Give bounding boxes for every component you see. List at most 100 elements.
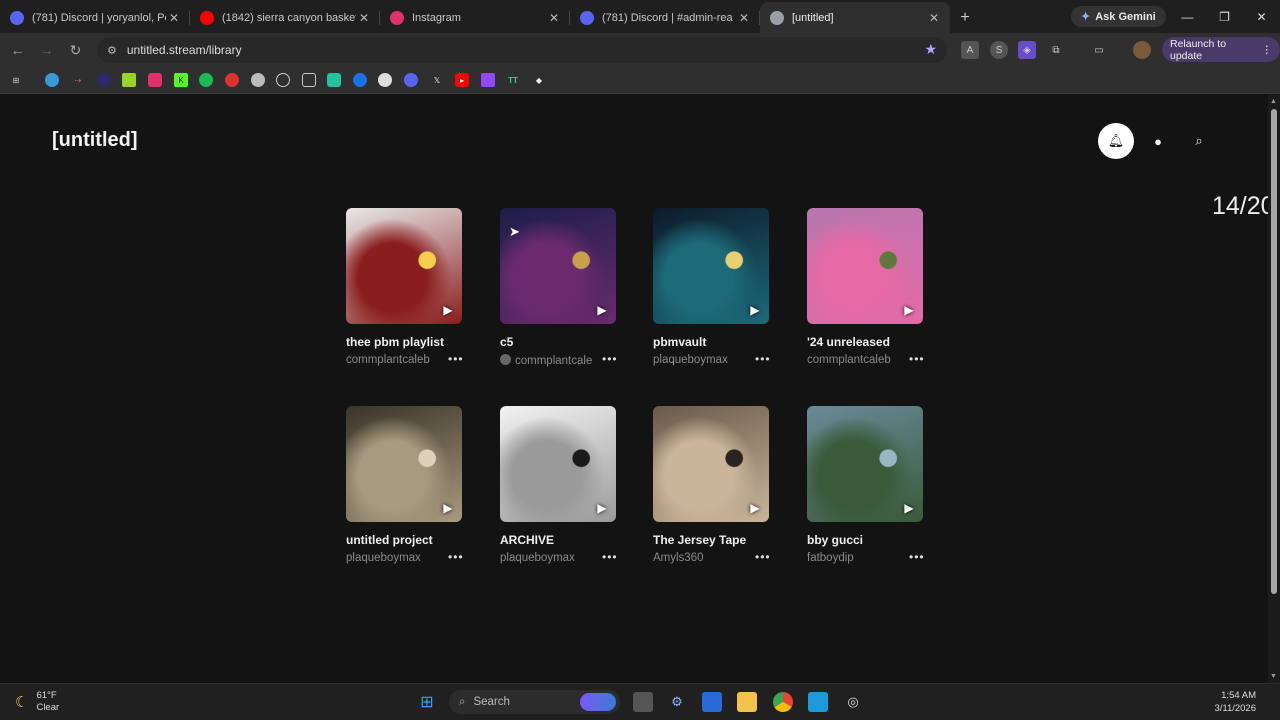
x-bookmark-icon[interactable]: 𝕏 xyxy=(430,73,444,87)
search-icon[interactable]: ⌕ xyxy=(1181,123,1217,159)
playlist-cover[interactable]: ▶ xyxy=(346,406,462,522)
playlist-card[interactable]: ▶ pbmvault plaqueboymax ••• xyxy=(653,208,807,366)
more-options-icon[interactable]: ••• xyxy=(909,352,925,366)
more-options-icon[interactable]: ••• xyxy=(602,352,618,366)
playlist-owner[interactable]: commplantcaleb xyxy=(807,354,899,366)
playlist-owner[interactable]: plaqueboymax xyxy=(500,552,592,564)
play-icon[interactable]: ▶ xyxy=(744,299,766,321)
play-icon[interactable]: ▶ xyxy=(591,299,613,321)
play-icon[interactable]: ▶ xyxy=(437,299,459,321)
windows-start-icon[interactable]: ⊞ xyxy=(417,692,437,712)
bookmark-icon[interactable] xyxy=(327,73,341,87)
close-tab-icon[interactable]: ✕ xyxy=(926,11,942,25)
playlist-card[interactable]: ▶ '24 unreleased commplantcaleb ••• xyxy=(807,208,961,366)
scroll-up-icon[interactable]: ▲ xyxy=(1270,98,1277,105)
playlist-card[interactable]: ▶ thee pbm playlist commplantcaleb ••• xyxy=(346,208,500,366)
browser-tab[interactable]: (781) Discord | yoryanlol, Peabo✕ xyxy=(0,2,190,33)
close-tab-icon[interactable]: ✕ xyxy=(356,11,372,25)
store-icon[interactable] xyxy=(702,692,722,712)
playlist-cover[interactable]: ▶ xyxy=(500,406,616,522)
playlist-cover[interactable]: ▶ xyxy=(346,208,462,324)
play-icon[interactable]: ▶ xyxy=(437,497,459,519)
more-options-icon[interactable]: ••• xyxy=(448,352,464,366)
profile-user-icon[interactable]: ● xyxy=(1140,123,1176,159)
reload-button[interactable]: ↻ xyxy=(61,36,90,64)
more-options-icon[interactable]: ••• xyxy=(909,550,925,564)
playlist-title[interactable]: pbmvault xyxy=(653,335,807,349)
browser-tab[interactable]: (1842) sierra canyon basketball✕ xyxy=(190,2,380,33)
playlist-owner[interactable]: Amyls360 xyxy=(653,552,745,564)
settings-gear-icon[interactable]: ⚙ xyxy=(667,692,687,712)
restore-button[interactable]: ❐ xyxy=(1206,0,1243,33)
notepad-icon[interactable] xyxy=(808,692,828,712)
playlist-card[interactable]: ▶ c5 commplantcaleb ••• xyxy=(500,208,654,367)
notifications-bell-icon[interactable]: 🔔︎ xyxy=(1098,123,1134,159)
bookmark-icon[interactable]: ◆ xyxy=(532,73,546,87)
site-info-icon[interactable]: ⚙ xyxy=(107,44,117,57)
bookmark-icon[interactable]: ⇢ xyxy=(71,73,85,87)
scroll-down-icon[interactable]: ▼ xyxy=(1270,673,1277,680)
new-tab-button[interactable]: + xyxy=(950,2,980,33)
sidepanel-icon[interactable]: ▭ xyxy=(1090,41,1108,59)
bookmark-star-icon[interactable]: ★ xyxy=(924,41,937,58)
browser-tab[interactable]: (781) Discord | #admin-rea ✕ xyxy=(570,2,760,33)
more-options-icon[interactable]: ••• xyxy=(448,550,464,564)
instagram-bookmark-icon[interactable] xyxy=(148,73,162,87)
play-icon[interactable]: ▶ xyxy=(898,299,920,321)
system-clock[interactable]: 1:54 AM 3/11/2026 xyxy=(1214,689,1256,715)
bookmark-icon[interactable] xyxy=(276,73,290,87)
menu-dots-icon[interactable]: ⋮ xyxy=(1262,44,1273,56)
youtube-bookmark-icon[interactable]: ▸ xyxy=(455,73,469,87)
playlist-cover[interactable]: ▶ xyxy=(653,208,769,324)
playlist-card[interactable]: ▶ untitled project plaqueboymax ••• xyxy=(346,406,500,564)
playlist-title[interactable]: ARCHIVE xyxy=(500,533,654,547)
bookmark-icon[interactable] xyxy=(302,73,316,87)
chrome-icon[interactable] xyxy=(773,692,793,712)
extension-shield-icon[interactable]: ◈ xyxy=(1018,41,1036,59)
play-icon[interactable]: ▶ xyxy=(744,497,766,519)
close-tab-icon[interactable]: ✕ xyxy=(166,11,182,25)
playlist-owner[interactable]: commplantcaleb xyxy=(500,354,592,367)
close-tab-icon[interactable]: ✕ xyxy=(736,11,752,25)
playlist-title[interactable]: bby gucci xyxy=(807,533,961,547)
twitch-bookmark-icon[interactable] xyxy=(481,73,495,87)
playlist-cover[interactable]: ▶ xyxy=(807,208,923,324)
relaunch-button[interactable]: Relaunch to update ⋮ xyxy=(1162,37,1280,62)
taskbar-search[interactable]: ⌕ Search xyxy=(449,690,620,714)
more-options-icon[interactable]: ••• xyxy=(602,550,618,564)
playlist-card[interactable]: ▶ The Jersey Tape Amyls360 ••• xyxy=(653,406,807,564)
bookmark-icon[interactable] xyxy=(251,73,265,87)
playlist-card[interactable]: ▶ ARCHIVE plaqueboymax ••• xyxy=(500,406,654,564)
extension-s-icon[interactable]: S xyxy=(990,41,1008,59)
bookmark-icon[interactable] xyxy=(45,73,59,87)
back-button[interactable]: ← xyxy=(3,36,32,64)
more-options-icon[interactable]: ••• xyxy=(755,550,771,564)
bookmark-icon[interactable] xyxy=(122,73,136,87)
kick-bookmark-icon[interactable]: K xyxy=(174,73,188,87)
weather-widget[interactable]: ☾ 61°F Clear xyxy=(15,690,59,714)
bookmark-icon[interactable]: TT xyxy=(506,73,520,87)
ask-gemini-button[interactable]: ✦ Ask Gemini xyxy=(1071,6,1166,27)
browser-tab[interactable]: [untitled] ✕ xyxy=(760,2,950,33)
playlist-card[interactable]: ▶ bby gucci fatboydip ••• xyxy=(807,406,961,564)
more-options-icon[interactable]: ••• xyxy=(755,352,771,366)
task-view-icon[interactable] xyxy=(633,692,653,712)
playlist-owner[interactable]: commplantcaleb xyxy=(346,354,438,366)
extensions-puzzle-icon[interactable]: ⧉ xyxy=(1047,41,1065,59)
spotify-bookmark-icon[interactable] xyxy=(199,73,213,87)
scrollbar-thumb[interactable] xyxy=(1271,109,1277,594)
page-scrollbar[interactable]: ▲ ▼ xyxy=(1268,95,1280,683)
file-explorer-icon[interactable] xyxy=(737,692,757,712)
address-bar[interactable]: ⚙ untitled.stream/library ★ xyxy=(97,37,947,63)
app-icon[interactable]: ◎ xyxy=(843,692,863,712)
site-logo[interactable]: [untitled] xyxy=(52,129,138,152)
playlist-owner[interactable]: fatboydip xyxy=(807,552,899,564)
playlist-owner[interactable]: plaqueboymax xyxy=(346,552,438,564)
close-window-button[interactable]: ✕ xyxy=(1243,0,1280,33)
browser-tab[interactable]: Instagram ✕ xyxy=(380,2,570,33)
apps-grid-icon[interactable]: ⊞ xyxy=(9,73,23,87)
play-icon[interactable]: ▶ xyxy=(898,497,920,519)
close-tab-icon[interactable]: ✕ xyxy=(546,11,562,25)
playlist-title[interactable]: thee pbm playlist xyxy=(346,335,500,349)
playlist-cover[interactable]: ▶ xyxy=(807,406,923,522)
